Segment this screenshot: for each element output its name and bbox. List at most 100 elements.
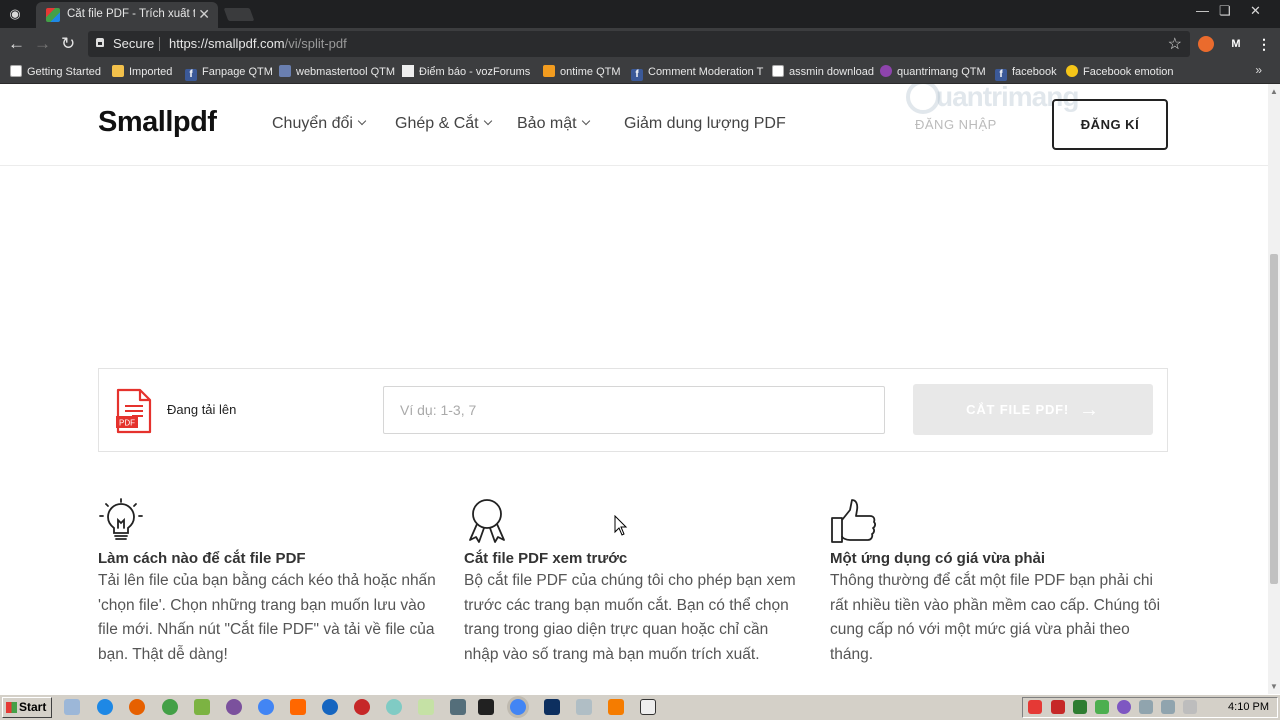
- computer-icon[interactable]: [450, 699, 466, 715]
- chrome-icon[interactable]: [258, 699, 274, 715]
- incognito-icon: ◉: [9, 6, 21, 21]
- lock-icon: [96, 38, 104, 47]
- feature-title: Cắt file PDF xem trước: [464, 550, 628, 567]
- bookmark-assmin-download[interactable]: assmin download: [772, 64, 874, 80]
- signup-button[interactable]: ĐĂNG KÍ: [1052, 99, 1168, 150]
- app-icon[interactable]: [608, 699, 624, 715]
- media-icon[interactable]: [354, 699, 370, 715]
- show-desktop-icon[interactable]: [64, 699, 80, 715]
- bookmark-imported[interactable]: Imported: [112, 64, 172, 80]
- app-icon[interactable]: [194, 699, 210, 715]
- app-icon[interactable]: [640, 699, 656, 715]
- nav-convert[interactable]: Chuyển đổi: [272, 115, 367, 133]
- bookmark-label: Getting Started: [27, 66, 101, 78]
- bookmark-facebook[interactable]: f facebook: [995, 64, 1057, 81]
- system-tray: 4:10 PM: [1022, 697, 1278, 718]
- voz-icon: [402, 65, 414, 77]
- nav-security[interactable]: Bảo mật: [517, 115, 590, 133]
- app-icon[interactable]: [576, 699, 592, 715]
- restore-window-icon[interactable]: ❏: [1219, 3, 1231, 19]
- bookmark-label: assmin download: [789, 66, 874, 78]
- url-host: https://smallpdf.com: [169, 36, 285, 51]
- scroll-thumb[interactable]: [1270, 254, 1278, 584]
- chrome-active-icon[interactable]: [510, 699, 526, 715]
- notepad-icon[interactable]: [418, 699, 434, 715]
- browser-tab-active[interactable]: Cắt file PDF - Trích xuất tr ✕: [36, 2, 218, 28]
- bookmark-star-icon[interactable]: ☆: [1168, 34, 1182, 54]
- xiaomi-icon[interactable]: [290, 699, 306, 715]
- skype-icon[interactable]: [97, 699, 113, 715]
- vivaldi-icon[interactable]: [1051, 700, 1065, 714]
- app-icon[interactable]: [386, 699, 402, 715]
- app-icon[interactable]: [322, 699, 338, 715]
- network-icon[interactable]: [1139, 700, 1153, 714]
- upload-panel: PDF Đang tải lên CẮT FILE PDF! →: [98, 368, 1168, 452]
- page-scrollbar[interactable]: ▲ ▼: [1268, 84, 1280, 694]
- bookmark-ontime-qtm[interactable]: ontime QTM: [543, 64, 621, 80]
- tray-app-icon[interactable]: [1161, 700, 1175, 714]
- login-link[interactable]: ĐĂNG NHẬP: [915, 117, 997, 132]
- chevron-down-icon: [357, 116, 367, 126]
- bookmark-facebook-emotion[interactable]: Facebook emotion: [1066, 64, 1174, 80]
- feature-how-to: Làm cách nào để cắt file PDF Tải lên fil…: [98, 498, 438, 667]
- nav-compress-pdf[interactable]: Giảm dung lượng PDF: [624, 115, 786, 133]
- tray-app-icon[interactable]: [1117, 700, 1131, 714]
- tab-close-icon[interactable]: ✕: [198, 6, 210, 23]
- bookmark-getting-started[interactable]: Getting Started: [10, 64, 101, 80]
- gmail-extension-icon[interactable]: M: [1228, 36, 1244, 52]
- reload-icon[interactable]: ↻: [61, 34, 75, 54]
- taskbar-clock[interactable]: 4:10 PM: [1228, 701, 1269, 713]
- start-button[interactable]: Start: [2, 697, 52, 718]
- bookmark-vozforums[interactable]: Điểm báo - vozForums: [402, 64, 530, 80]
- award-ribbon-icon: [469, 499, 505, 543]
- feature-title: Làm cách nào để cắt file PDF: [98, 550, 306, 567]
- nav-merge-split[interactable]: Ghép & Cắt: [395, 115, 492, 133]
- cmd-icon[interactable]: [478, 699, 494, 715]
- bookmark-label: ontime QTM: [560, 66, 621, 78]
- bookmark-fanpage-qtm[interactable]: f Fanpage QTM: [185, 64, 273, 81]
- bookmark-quantrimang-qtm[interactable]: quantrimang QTM: [880, 64, 986, 80]
- address-bar[interactable]: Secure https://smallpdf.com/vi/split-pdf…: [88, 31, 1190, 57]
- scroll-up-icon[interactable]: ▲: [1270, 87, 1278, 96]
- forward-arrow-icon[interactable]: →: [34, 34, 51, 54]
- extension-icon[interactable]: [1198, 36, 1214, 52]
- secure-label: Secure: [113, 36, 155, 51]
- photoshop-icon[interactable]: [544, 699, 560, 715]
- quantrimang-icon: [880, 65, 892, 77]
- feature-text: Tải lên file của bạn bằng cách kéo thả h…: [98, 572, 436, 663]
- bookmark-label: quantrimang QTM: [897, 66, 986, 78]
- tab-title: Cắt file PDF - Trích xuất tr: [67, 8, 195, 20]
- bookmark-comment-moderation[interactable]: f Comment Moderation T: [631, 64, 763, 81]
- page-range-input[interactable]: [383, 386, 885, 434]
- facebook-icon: f: [631, 69, 643, 81]
- new-tab-button[interactable]: [223, 8, 255, 21]
- page-icon: [10, 65, 22, 77]
- bookmark-webmastertool[interactable]: webmastertool QTM: [279, 64, 395, 80]
- back-arrow-icon[interactable]: ←: [8, 34, 25, 54]
- close-window-icon[interactable]: ✕: [1250, 3, 1261, 19]
- omnibox-divider: [159, 37, 160, 51]
- more-bookmarks-icon[interactable]: »: [1255, 63, 1262, 77]
- tray-app-icon[interactable]: [1073, 700, 1087, 714]
- smallpdf-logo[interactable]: Smallpdf: [98, 106, 217, 139]
- firefox-icon[interactable]: [129, 699, 145, 715]
- nav-label: Ghép & Cắt: [395, 115, 479, 132]
- mouse-cursor-icon: [614, 515, 628, 536]
- feature-title: Một ứng dụng có giá vừa phải: [830, 550, 1046, 567]
- url-text[interactable]: https://smallpdf.com/vi/split-pdf: [169, 36, 347, 51]
- smallpdf-favicon-icon: [46, 8, 60, 22]
- scroll-down-icon[interactable]: ▼: [1270, 682, 1278, 691]
- split-button-label: CẮT FILE PDF!: [966, 402, 1070, 417]
- app-icon[interactable]: [162, 699, 178, 715]
- volume-icon[interactable]: [1183, 700, 1197, 714]
- menu-dots-icon[interactable]: ⋮: [1256, 36, 1272, 52]
- chart-icon: [543, 65, 555, 77]
- split-pdf-button[interactable]: CẮT FILE PDF! →: [913, 384, 1153, 435]
- windows-taskbar: Start 4:10 PM: [0, 694, 1280, 720]
- bookmark-label: Điểm báo - vozForums: [419, 66, 531, 78]
- tray-app-icon[interactable]: [1095, 700, 1109, 714]
- viber-icon[interactable]: [226, 699, 242, 715]
- minimize-window-icon[interactable]: —: [1196, 3, 1209, 18]
- antivirus-icon[interactable]: [1028, 700, 1042, 714]
- nav-label: Bảo mật: [517, 115, 577, 132]
